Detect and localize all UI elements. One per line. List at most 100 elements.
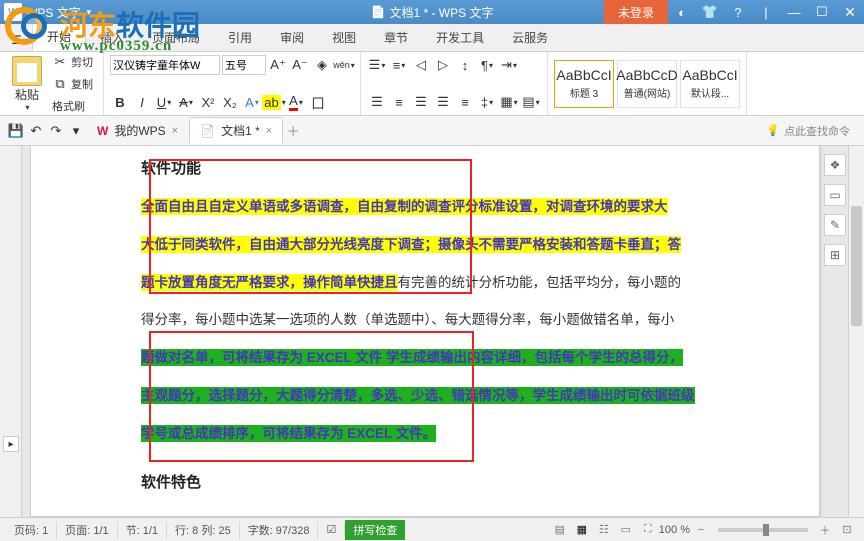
align-left-button[interactable]: ☰ [367,92,387,112]
status-page-count[interactable]: 页面: 1/1 [57,522,117,538]
italic-button[interactable]: I [132,92,152,112]
tab-view[interactable]: 视图 [318,24,370,51]
sort-button[interactable]: ↕ [455,55,475,75]
align-right-button[interactable]: ☰ [411,92,431,112]
undo-icon[interactable]: ↶ [26,121,46,141]
change-case-button[interactable]: wěn▾ [334,55,354,75]
status-spell-check[interactable]: 拼写检查 [345,520,405,540]
scrollbar-thumb[interactable] [851,206,862,326]
tab-review[interactable]: 审阅 [266,24,318,51]
status-word-count[interactable]: 字数: 97/328 [240,522,319,538]
login-button[interactable]: 未登录 [604,0,668,24]
bold-button[interactable]: B [110,92,130,112]
font-color-button[interactable]: A▾ [286,92,306,112]
tab-chapter[interactable]: 章节 [370,24,422,51]
document-tabs: 💾 ↶ ↷ ▾ W 我的WPS × 📄 文档1 * × ＋ 💡 点此查找命令 [0,116,864,146]
close-button[interactable]: ✕ [836,0,864,24]
subscript-button[interactable]: X₂ [220,92,240,112]
tab-button[interactable]: ⇥▾ [499,55,519,75]
text-effects-button[interactable]: A▾ [242,92,262,112]
view-web-icon[interactable]: ☷ [593,521,615,539]
highlight-button[interactable]: ab▾ [264,92,284,112]
command-search[interactable]: 💡 点此查找命令 [766,123,858,139]
tab-home[interactable]: 开始 [32,22,86,51]
superscript-button[interactable]: X² [198,92,218,112]
save-icon[interactable]: 💾 [6,121,26,141]
format-painter-button[interactable]: 格式刷 [48,96,97,116]
zoom-out-button[interactable]: − [690,521,712,539]
font-size-select[interactable] [222,55,266,75]
align-center-button[interactable]: ≡ [389,92,409,112]
align-justify-button[interactable]: ☰ [433,92,453,112]
vertical-scrollbar[interactable] [848,146,864,517]
decrease-indent-button[interactable]: ◁ [411,55,431,75]
page[interactable]: 软件功能 全面自由且自定义单语或多语调查，自由复制的调查评分标准设置，对调查环境… [30,146,820,517]
minimize-button[interactable]: — [780,0,808,24]
para-7: 学号或总成绩排序，可将结果存为 EXCEL 文件。 [141,415,709,453]
nav-pane-icon[interactable]: ❖ [824,154,846,176]
tab-developer[interactable]: 开发工具 [422,24,498,51]
grow-font-button[interactable]: A⁺ [268,55,288,75]
tab-cloud[interactable]: 云服务 [498,24,562,51]
zoom-level[interactable]: 100 % [659,524,690,536]
select-tool-icon[interactable]: ▭ [824,184,846,206]
strikethrough-button[interactable]: A▾ [176,92,196,112]
style-default[interactable]: AaBbCcI 默认段... [680,60,740,108]
tool-3-icon[interactable]: ✎ [824,214,846,236]
tool-4-icon[interactable]: ⊞ [824,244,846,266]
doc-icon: 📄 [200,124,215,138]
borders-button[interactable]: ▤▾ [521,92,541,112]
status-page-number[interactable]: 页码: 1 [6,522,57,538]
zoom-slider[interactable] [718,528,808,532]
style-normal-web[interactable]: AaBbCcD 普通(网站) [617,60,677,108]
shrink-font-button[interactable]: A⁻ [290,55,310,75]
font-name-select[interactable] [110,55,220,75]
qat-more-icon[interactable]: ▾ [66,121,86,141]
numbering-button[interactable]: ≡▾ [389,55,409,75]
style-heading3[interactable]: AaBbCcI 标题 3 [554,60,614,108]
bullets-button[interactable]: ☰▾ [367,55,387,75]
menu-bar: ☰▾ 开始 插入 页面布局 引用 审阅 视图 章节 开发工具 云服务 [0,24,864,52]
underline-button[interactable]: U▾ [154,92,174,112]
paste-button[interactable]: 粘贴▾ [6,54,48,114]
clear-format-button[interactable]: ◈ [312,55,332,75]
tab-insert[interactable]: 插入 [86,24,138,51]
status-bar: 页码: 1 页面: 1/1 节: 1/1 行: 8 列: 25 字数: 97/3… [0,517,864,541]
view-read-icon[interactable]: ▦ [571,521,593,539]
heading-software-features: 软件特色 [141,471,709,492]
tab-references[interactable]: 引用 [214,24,266,51]
help-icon[interactable]: ? [724,0,752,24]
shirt-icon[interactable]: 👕 [696,0,724,24]
fit-page-icon[interactable]: ⊡ [836,521,858,539]
char-shading-button[interactable]: 囗 [308,92,328,112]
view-outline-icon[interactable]: ▭ [615,521,637,539]
status-position[interactable]: 行: 8 列: 25 [167,522,240,538]
doc-icon: 📄 [371,5,386,19]
maximize-button[interactable]: ☐ [808,0,836,24]
show-marks-button[interactable]: ¶▾ [477,55,497,75]
shading-button[interactable]: ▦▾ [499,92,519,112]
side-toolbar: ❖ ▭ ✎ ⊞ [824,154,846,266]
distribute-button[interactable]: ≡ [455,92,475,112]
status-mode-icon[interactable]: ☑ [318,523,345,536]
view-print-layout-icon[interactable]: ▤ [549,521,571,539]
close-icon[interactable]: × [172,125,178,137]
outline-toggle[interactable]: ▸ [3,436,19,452]
window-doc-title: 📄 文档1 * - WPS 文字 [371,4,494,21]
line-spacing-button[interactable]: ‡▾ [477,92,497,112]
tab-my-wps[interactable]: W 我的WPS × [86,117,189,144]
para-6: 主观题分，选择题分，大题得分清楚，多选、少选、错选情况等，学生成绩输出时可依据班… [141,377,709,415]
view-fullscreen-icon[interactable]: ⛶ [637,521,659,539]
theme-icon[interactable]: ◐ [668,0,696,24]
new-tab-button[interactable]: ＋ [283,121,303,141]
tab-doc1[interactable]: 📄 文档1 * × [189,117,283,144]
close-icon[interactable]: × [266,125,272,137]
cut-button[interactable]: ✂剪切 [48,52,97,72]
status-section[interactable]: 节: 1/1 [118,522,167,538]
menu-dropdown-icon[interactable]: ☰▾ [6,29,32,51]
redo-icon[interactable]: ↷ [46,121,66,141]
copy-button[interactable]: ⧉复制 [48,74,97,94]
zoom-in-button[interactable]: ＋ [814,521,836,539]
increase-indent-button[interactable]: ▷ [433,55,453,75]
tab-page-layout[interactable]: 页面布局 [138,24,214,51]
